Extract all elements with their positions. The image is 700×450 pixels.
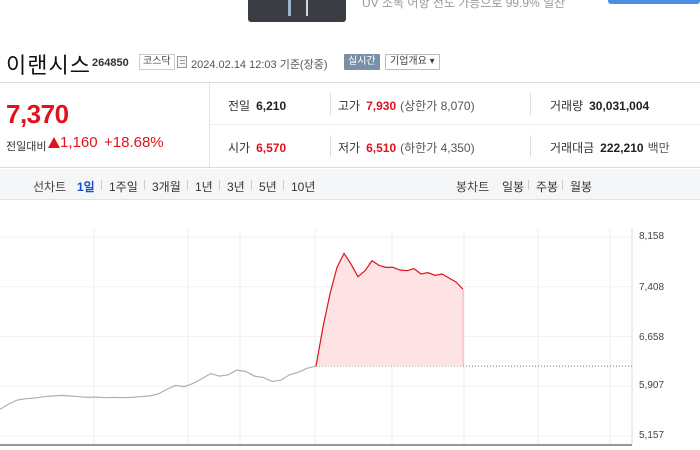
y-tick-label: 5,907	[639, 380, 665, 391]
y-tick-label: 6,658	[639, 332, 665, 343]
candle-chart-title: 봉차트	[456, 180, 490, 194]
tab-weekly[interactable]: 주봉	[536, 178, 558, 195]
tab-separator	[187, 180, 188, 190]
stat-prev-close: 전일 6,210	[228, 97, 286, 114]
high-value: 7,930	[366, 99, 397, 113]
ad-banner[interactable]: UV 소독 어항 전도 가능으로 99.9% 일산	[0, 0, 700, 26]
tab-separator	[101, 180, 102, 190]
volume-value: 30,031,004	[589, 99, 650, 113]
stats-row-2: 시가 6,570 저가 6,510 (하한가 4,350) 거래대금 222,210 백만	[210, 125, 700, 167]
line-chart-title: 선차트	[33, 180, 67, 194]
upper-limit: (상한가 8,070)	[400, 99, 475, 113]
prev-close-label: 전일	[228, 99, 251, 113]
amount-label: 거래대금	[550, 141, 595, 155]
banner-thumbnail	[248, 0, 346, 22]
up-arrow-icon	[48, 137, 60, 148]
series-area-today	[316, 253, 463, 367]
tab-1d[interactable]: 1일	[77, 178, 95, 195]
tab-1w[interactable]: 1주일	[109, 178, 138, 195]
low-value: 6,510	[366, 141, 397, 155]
stat-volume: 거래량 30,031,004	[550, 97, 649, 114]
series-line-previous	[0, 365, 317, 410]
price-panel: 7,370 전일대비 1,160 +18.68% 전일 6,210 고가 7,930…	[0, 82, 700, 168]
prev-close-value: 6,210	[256, 99, 287, 113]
banner-button[interactable]	[608, 0, 700, 4]
stats-row-1: 전일 6,210 고가 7,930 (상한가 8,070) 거래량 30,031,004	[210, 83, 700, 125]
stat-amount: 거래대금 222,210 백만	[550, 139, 670, 156]
price-chart[interactable]: 8,158 7,408 6,658 5,907 5,157	[0, 201, 700, 450]
realtime-button[interactable]: 실시간	[344, 54, 380, 70]
amount-value: 222,210	[600, 141, 644, 155]
stock-name: 이랜시스	[6, 53, 91, 78]
y-tick-label: 5,157	[639, 430, 665, 441]
tab-3m[interactable]: 3개월	[152, 178, 181, 195]
document-icon	[177, 56, 187, 68]
tab-separator	[562, 180, 563, 190]
y-tick-label: 7,408	[639, 282, 665, 293]
tab-10y[interactable]: 10년	[291, 178, 315, 195]
tab-3y[interactable]: 3년	[227, 178, 245, 195]
tab-separator	[528, 180, 529, 190]
price-chart-svg	[0, 229, 633, 446]
current-price-box: 7,370 전일대비 1,160 +18.68%	[0, 83, 210, 167]
stat-divider	[330, 135, 331, 157]
price-stats: 전일 6,210 고가 7,930 (상한가 8,070) 거래량 30,031,004…	[210, 83, 700, 167]
stat-divider	[330, 93, 331, 115]
chart-tabs: 선차트 1일 1주일 3개월 1년 3년 5년 10년 봉차트 일봉 주봉 월봉	[0, 169, 700, 200]
stat-low: 저가 6,510 (하한가 4,350)	[338, 139, 475, 156]
open-value: 6,570	[256, 141, 287, 155]
low-label: 저가	[338, 141, 361, 155]
change-percent: +18.68%	[104, 134, 164, 151]
amount-unit: 백만	[647, 141, 670, 155]
change-label: 전일대비	[6, 141, 47, 153]
quote-timestamp: 2024.02.14 12:03 기준(장중)	[191, 59, 328, 71]
open-label: 시가	[228, 141, 251, 155]
company-info-button[interactable]: 기업개요 ▾	[385, 54, 440, 70]
market-badge: 코스닥	[139, 54, 175, 70]
stat-open: 시가 6,570	[228, 139, 286, 156]
tab-separator	[219, 180, 220, 190]
stock-code: 264850	[92, 57, 129, 69]
y-tick-label: 8,158	[639, 231, 665, 242]
tab-daily[interactable]: 일봉	[502, 178, 524, 195]
tab-separator	[283, 180, 284, 190]
tab-5y[interactable]: 5년	[259, 178, 277, 195]
stat-high: 고가 7,930 (상한가 8,070)	[338, 97, 475, 114]
tab-1y[interactable]: 1년	[195, 178, 213, 195]
banner-text: UV 소독 어항 전도 가능으로 99.9% 일산	[362, 0, 566, 10]
company-info-label: 기업개요	[390, 56, 427, 67]
lower-limit: (하한가 4,350)	[400, 141, 475, 155]
tab-monthly[interactable]: 월봉	[570, 178, 592, 195]
tab-separator	[251, 180, 252, 190]
stock-header: 이랜시스 264850 코스닥 2024.02.14 12:03 기준(장중) …	[0, 44, 700, 80]
tab-separator	[144, 180, 145, 190]
stat-divider	[530, 93, 531, 115]
stat-divider	[530, 135, 531, 157]
change-value: 1,160	[60, 134, 98, 151]
high-label: 고가	[338, 99, 361, 113]
volume-label: 거래량	[550, 99, 584, 113]
current-price: 7,370	[6, 99, 69, 129]
